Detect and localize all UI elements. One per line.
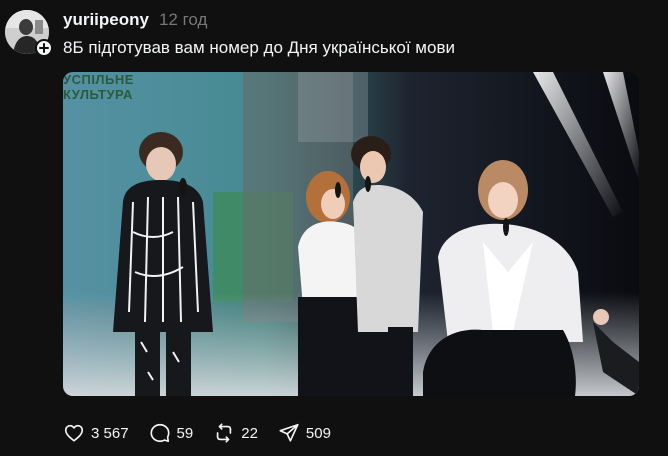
post-text: 8Б підготував вам номер до Дня українськ… xyxy=(63,38,455,57)
comment-bubble-icon xyxy=(150,423,170,443)
post-media-image[interactable]: УСПІЛЬНЕ КУЛЬТУРА xyxy=(63,72,639,396)
comment-button[interactable]: 59 xyxy=(149,422,194,444)
like-count: 3 567 xyxy=(91,424,129,442)
avatar-container xyxy=(5,10,53,57)
post-timestamp[interactable]: 12 год xyxy=(159,10,207,30)
like-button[interactable]: 3 567 xyxy=(63,422,129,444)
plus-icon xyxy=(39,43,49,53)
thread-post: yuriipeony 12 год 8Б підготував вам номе… xyxy=(0,0,668,456)
repost-button[interactable]: 22 xyxy=(213,422,258,444)
comment-count: 59 xyxy=(176,424,194,442)
post-actions: 3 567 59 22 509 xyxy=(63,420,351,446)
repost-count: 22 xyxy=(241,424,258,442)
send-paper-plane-icon xyxy=(279,423,299,442)
heart-icon xyxy=(64,424,84,442)
share-button[interactable]: 509 xyxy=(278,422,331,444)
share-count: 509 xyxy=(305,424,331,442)
post-header: yuriipeony 12 год xyxy=(63,10,207,32)
repost-arrows-icon xyxy=(216,423,232,443)
stage-photo xyxy=(63,72,639,396)
follow-button[interactable] xyxy=(35,39,53,57)
username-link[interactable]: yuriipeony xyxy=(63,10,149,30)
